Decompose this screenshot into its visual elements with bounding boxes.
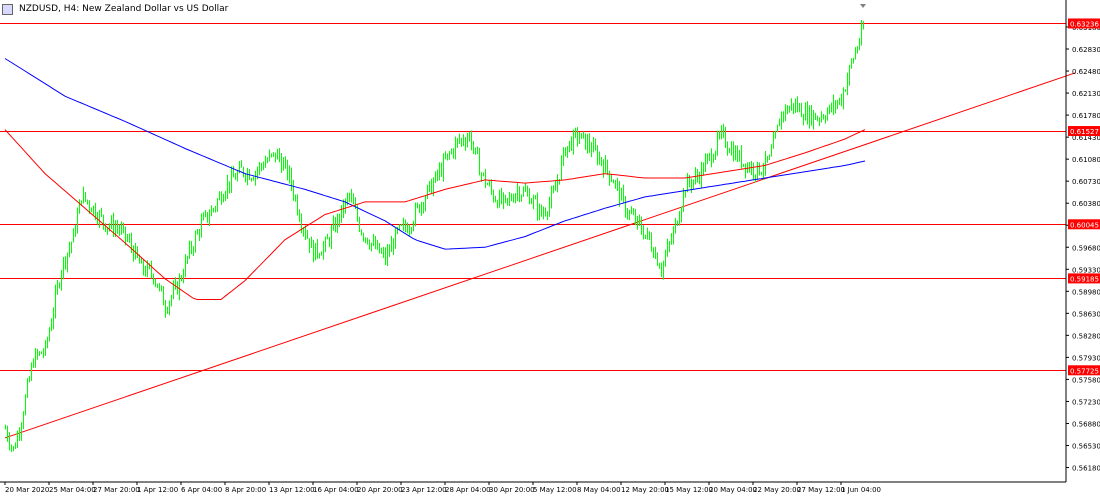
price-tick-label: 0.62130 [1072, 90, 1100, 98]
time-tick-label: 8 Apr 20:00 [225, 486, 266, 494]
time-tick-label: 13 Apr 12:00 [269, 486, 315, 494]
time-tick-label: 23 Apr 12:00 [401, 486, 447, 494]
price-tick-label: 0.59680 [1072, 244, 1100, 252]
chart-window-icon [2, 3, 13, 15]
time-tick-label: 5 May 12:00 [533, 486, 577, 494]
price-tick-label: 0.62830 [1072, 46, 1100, 54]
time-tick-label: 1 Apr 12:00 [137, 486, 178, 494]
time-tick-label: 22 May 20:00 [753, 486, 801, 494]
chart-title: NZDUSD, H4: New Zealand Dollar vs US Dol… [19, 4, 229, 14]
price-tick-label: 0.60380 [1072, 200, 1100, 208]
chart-header: NZDUSD, H4: New Zealand Dollar vs US Dol… [2, 2, 228, 16]
price-tick-label: 0.58980 [1072, 288, 1100, 296]
price-tick-label: 0.62480 [1072, 68, 1100, 76]
price-tick-label: 0.59330 [1072, 266, 1100, 274]
price-tick-label: 0.56530 [1072, 442, 1100, 450]
price-tick-label: 0.61780 [1072, 112, 1100, 120]
time-tick-label: 27 May 12:00 [797, 486, 845, 494]
time-tick-label: 6 Apr 04:00 [181, 486, 222, 494]
price-chart[interactable]: 0.631800.628300.624800.621300.617800.614… [0, 0, 1100, 495]
time-tick-label: 28 Apr 04:00 [445, 486, 491, 494]
time-tick-label: 8 May 04:00 [577, 486, 621, 494]
price-tick-label: 0.60730 [1072, 178, 1100, 186]
time-tick-label: 20 May 04:00 [709, 486, 757, 494]
level-price-label: 0.59185 [1070, 275, 1099, 283]
price-tick-label: 0.57230 [1072, 398, 1100, 406]
time-tick-label: 12 May 20:00 [621, 486, 669, 494]
time-tick-label: 25 Mar 04:00 [49, 486, 96, 494]
price-tick-label: 0.58280 [1072, 332, 1100, 340]
time-tick-label: 27 Mar 20:00 [93, 486, 140, 494]
price-tick-label: 0.57580 [1072, 376, 1100, 384]
price-tick-label: 0.61080 [1072, 156, 1100, 164]
time-tick-label: 20 Apr 20:00 [357, 486, 403, 494]
price-tick-label: 0.56880 [1072, 420, 1100, 428]
level-price-label: 0.61527 [1070, 128, 1099, 136]
level-price-label: 0.57725 [1070, 367, 1099, 375]
level-price-label: 0.60045 [1070, 221, 1099, 229]
time-tick-label: 16 Apr 04:00 [313, 486, 359, 494]
price-tick-label: 0.57930 [1072, 354, 1100, 362]
time-tick-label: 15 May 12:00 [665, 486, 713, 494]
time-tick-label: 30 Apr 20:00 [489, 486, 535, 494]
chart-background [0, 0, 1100, 495]
time-tick-label: 1 Jun 04:00 [841, 486, 881, 494]
price-tick-label: 0.58630 [1072, 310, 1100, 318]
time-tick-label: 20 Mar 2020 [5, 486, 49, 494]
level-price-label: 0.63236 [1070, 20, 1099, 28]
chart-window[interactable]: 0.631800.628300.624800.621300.617800.614… [0, 0, 1100, 495]
price-tick-label: 0.56180 [1072, 465, 1100, 473]
